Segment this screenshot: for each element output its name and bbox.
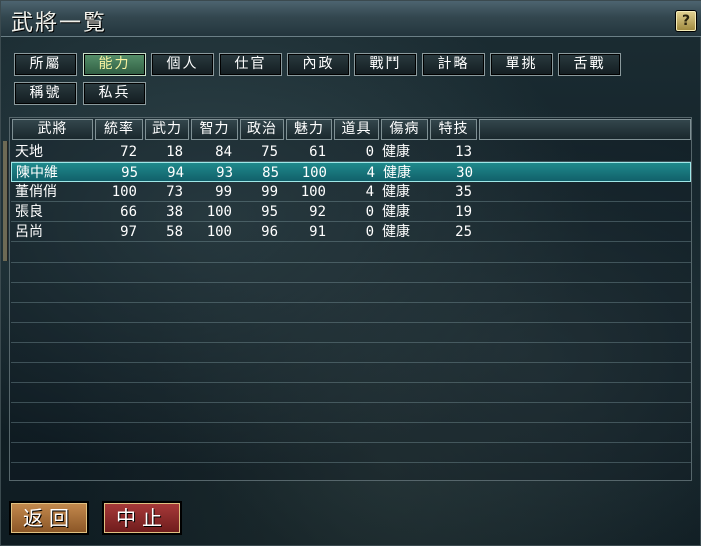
cell-war: 94	[167, 165, 184, 181]
stop-button[interactable]: 中止	[102, 501, 182, 535]
cell-leadership: 66	[120, 204, 137, 220]
header-filler	[479, 119, 691, 140]
tab-title[interactable]: 稱號	[14, 82, 77, 105]
cell-politics: 96	[261, 224, 278, 240]
cell-intelligence: 100	[206, 204, 232, 220]
cell-leadership: 100	[111, 184, 137, 200]
cell-charm: 92	[309, 204, 326, 220]
header-leadership[interactable]: 統率	[95, 119, 143, 140]
tab-debate[interactable]: 舌戰	[558, 53, 621, 76]
cell-skill: 35	[455, 184, 472, 200]
header-skill[interactable]: 特技	[430, 119, 477, 140]
header-charm[interactable]: 魅力	[286, 119, 332, 140]
cell-item: 4	[366, 165, 375, 181]
cell-item: 0	[365, 144, 374, 160]
cell-politics: 95	[261, 204, 278, 220]
officer-table: 武將 統率 武力 智力 政治 魅力 道具 傷病 特技 天地 72 18 84 7…	[9, 117, 692, 481]
cell-name: 陳中維	[16, 165, 58, 181]
cell-leadership: 72	[120, 144, 137, 160]
table-row[interactable]: 董俏俏 100 73 99 99 100 4 健康 35	[11, 182, 691, 202]
tab-strategy[interactable]: 計略	[422, 53, 485, 76]
tab-duel[interactable]: 單挑	[490, 53, 553, 76]
cell-injury: 健康	[383, 165, 411, 181]
header-injury[interactable]: 傷病	[381, 119, 428, 140]
cell-name: 董俏俏	[15, 184, 57, 200]
table-row[interactable]: 呂尚 97 58 100 96 91 0 健康 25	[11, 222, 691, 242]
cell-skill: 30	[456, 165, 473, 181]
cell-charm: 61	[309, 144, 326, 160]
cell-charm: 100	[300, 184, 326, 200]
cell-leadership: 97	[120, 224, 137, 240]
header-officer[interactable]: 武將	[12, 119, 93, 140]
tab-domestic[interactable]: 內政	[287, 53, 350, 76]
cell-item: 0	[365, 224, 374, 240]
cell-injury: 健康	[382, 144, 410, 160]
table-row[interactable]: 張良 66 38 100 95 92 0 健康 19	[11, 202, 691, 222]
window-title: 武將一覧	[11, 11, 108, 36]
tab-ability[interactable]: 能力	[83, 53, 146, 76]
tab-personal[interactable]: 個人	[151, 53, 214, 76]
table-row[interactable]: 天地 72 18 84 75 61 0 健康 13	[11, 142, 691, 162]
tab-affiliation[interactable]: 所屬	[14, 53, 77, 76]
cell-item: 0	[365, 204, 374, 220]
header-item[interactable]: 道具	[334, 119, 379, 140]
cell-war: 58	[166, 224, 183, 240]
cell-charm: 91	[309, 224, 326, 240]
header-war[interactable]: 武力	[145, 119, 189, 140]
tab-service[interactable]: 仕官	[219, 53, 282, 76]
cell-name: 天地	[15, 144, 43, 160]
cell-intelligence: 84	[215, 144, 232, 160]
cell-leadership: 95	[121, 165, 138, 181]
cell-war: 38	[166, 204, 183, 220]
back-button[interactable]: 返回	[9, 501, 89, 535]
cell-intelligence: 99	[215, 184, 232, 200]
cell-politics: 75	[261, 144, 278, 160]
cell-skill: 25	[455, 224, 472, 240]
cell-war: 73	[166, 184, 183, 200]
cell-politics: 85	[262, 165, 279, 181]
side-scroll-handle[interactable]	[3, 141, 8, 261]
cell-name: 張良	[15, 204, 43, 220]
cell-injury: 健康	[382, 204, 410, 220]
cell-intelligence: 100	[206, 224, 232, 240]
help-button[interactable]: ?	[676, 11, 696, 31]
cell-politics: 99	[261, 184, 278, 200]
cell-injury: 健康	[382, 224, 410, 240]
table-row-selected[interactable]: 陳中維 95 94 93 85 100 4 健康 30	[11, 162, 691, 182]
cell-item: 4	[365, 184, 374, 200]
cell-war: 18	[166, 144, 183, 160]
header-intelligence[interactable]: 智力	[191, 119, 238, 140]
cell-skill: 13	[455, 144, 472, 160]
cell-name: 呂尚	[15, 224, 43, 240]
tab-private-army[interactable]: 私兵	[83, 82, 146, 105]
table-header: 武將 統率 武力 智力 政治 魅力 道具 傷病 特技	[12, 119, 692, 141]
cell-charm: 100	[301, 165, 327, 181]
officer-list-window: 武將一覧 ? 所屬 能力 個人 仕官 內政 戰鬥 計略 單挑 舌戰 稱號 私兵 …	[0, 0, 701, 546]
cell-injury: 健康	[382, 184, 410, 200]
cell-skill: 19	[455, 204, 472, 220]
cell-intelligence: 93	[216, 165, 233, 181]
title-bar: 武將一覧 ?	[1, 1, 701, 37]
tab-battle[interactable]: 戰鬥	[354, 53, 417, 76]
header-politics[interactable]: 政治	[240, 119, 284, 140]
